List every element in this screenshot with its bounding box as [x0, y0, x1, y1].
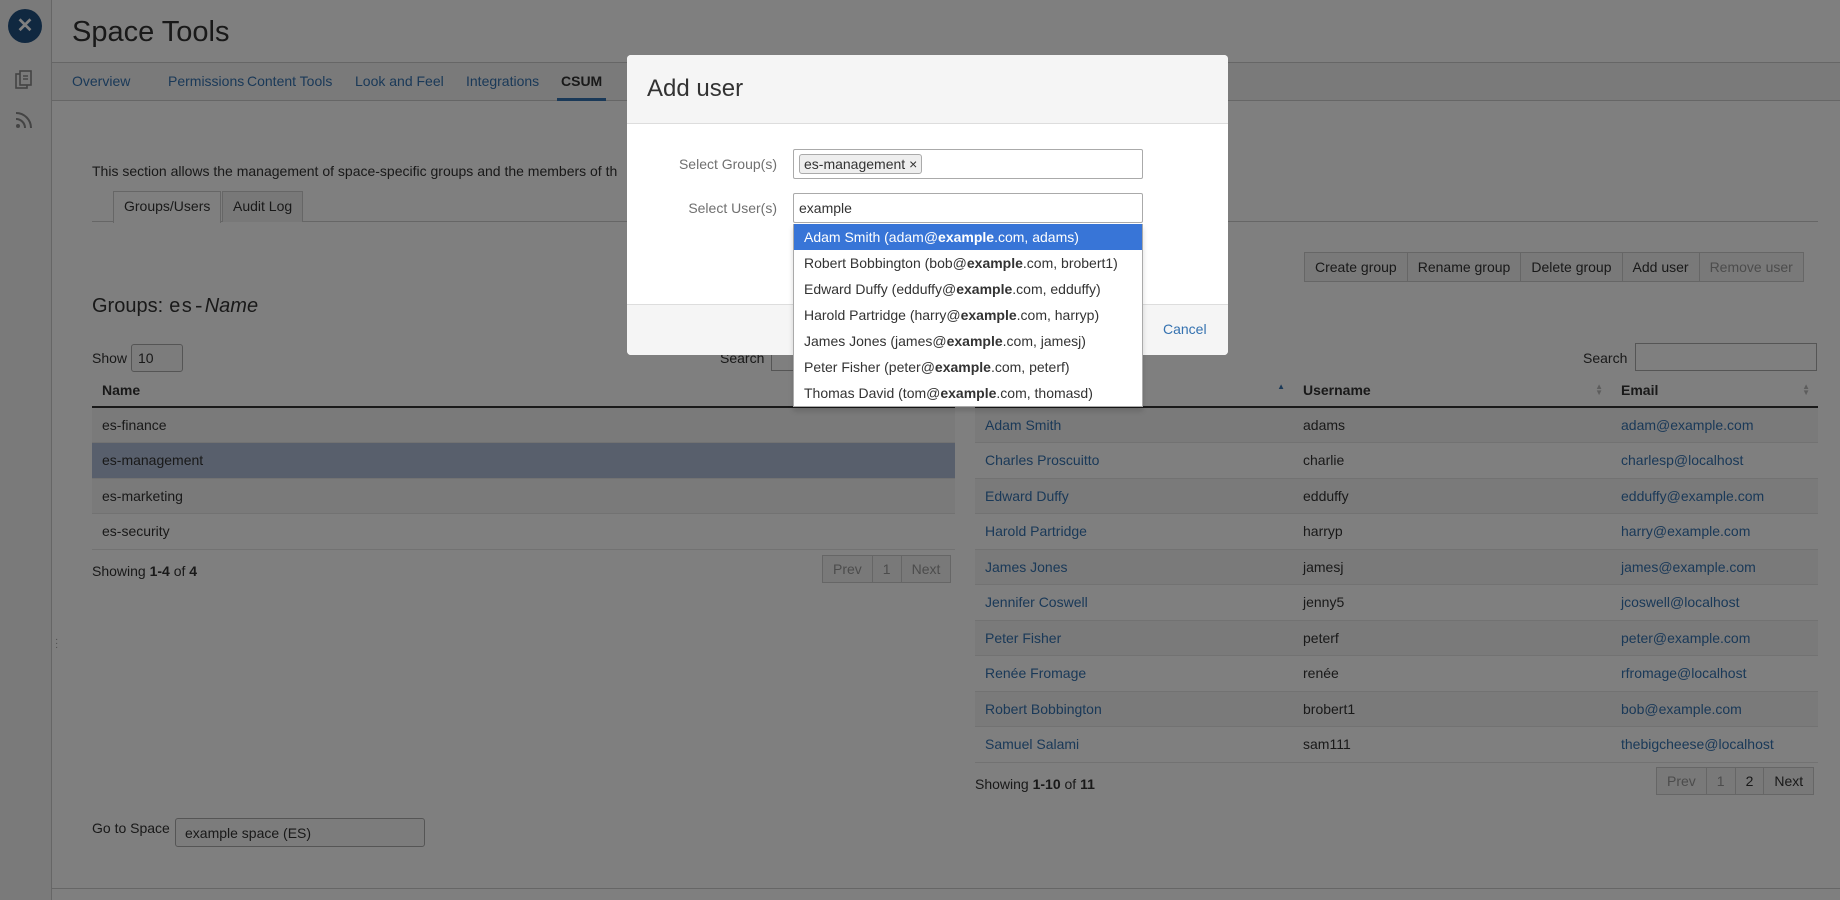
- suggestion-text-pre: Robert Bobbington (bob@: [804, 255, 967, 271]
- user-suggestion-option[interactable]: Adam Smith (adam@example.com, adams): [794, 224, 1142, 250]
- user-suggestions-dropdown: Adam Smith (adam@example.com, adams) Robe…: [793, 224, 1143, 407]
- suggestion-text-match: example: [960, 307, 1017, 323]
- suggestion-text-post: .com, harryp): [1016, 307, 1100, 323]
- suggestion-text-post: .com, peterf): [990, 359, 1070, 375]
- suggestion-text-pre: Harold Partridge (harry@: [804, 307, 961, 323]
- suggestion-text-post: .com, brobert1): [1022, 255, 1118, 271]
- suggestion-text-match: example: [956, 281, 1013, 297]
- select-groups-input[interactable]: es-management ×: [793, 149, 1143, 179]
- user-suggestion-option[interactable]: Robert Bobbington (bob@example.com, brob…: [794, 250, 1142, 276]
- dialog-title: Add user: [647, 75, 744, 102]
- cancel-button[interactable]: Cancel: [1163, 321, 1207, 337]
- suggestion-text-post: .com, adams): [994, 229, 1079, 245]
- suggestion-text-post: .com, jamesj): [1002, 333, 1086, 349]
- suggestion-text-pre: James Jones (james@: [804, 333, 947, 349]
- user-suggestion-option[interactable]: Peter Fisher (peter@example.com, peterf): [794, 354, 1142, 380]
- suggestion-text-pre: Thomas David (tom@: [804, 385, 941, 401]
- select-users-label: Select User(s): [688, 200, 777, 216]
- suggestion-text-match: example: [940, 385, 997, 401]
- suggestion-text-post: .com, edduffy): [1012, 281, 1101, 297]
- user-suggestion-option[interactable]: Thomas David (tom@example.com, thomasd): [794, 380, 1142, 406]
- suggestion-text-pre: Peter Fisher (peter@: [804, 359, 935, 375]
- suggestion-text-match: example: [966, 255, 1023, 271]
- suggestion-text-match: example: [934, 359, 991, 375]
- remove-token-icon[interactable]: ×: [909, 156, 917, 172]
- user-suggestion-option[interactable]: Harold Partridge (harry@example.com, har…: [794, 302, 1142, 328]
- suggestion-text-match: example: [938, 229, 995, 245]
- suggestion-text-match: example: [946, 333, 1003, 349]
- group-token: es-management ×: [799, 154, 923, 174]
- select-users-input[interactable]: example: [793, 193, 1143, 223]
- suggestion-text-pre: Adam Smith (adam@: [804, 229, 939, 245]
- suggestion-text-pre: Edward Duffy (edduffy@: [804, 281, 957, 297]
- user-suggestion-option[interactable]: Edward Duffy (edduffy@example.com, edduf…: [794, 276, 1142, 302]
- user-suggestion-option[interactable]: James Jones (james@example.com, jamesj): [794, 328, 1142, 354]
- select-groups-label: Select Group(s): [678, 156, 777, 172]
- group-token-label: es-management: [804, 156, 906, 172]
- suggestion-text-post: .com, thomasd): [996, 385, 1093, 401]
